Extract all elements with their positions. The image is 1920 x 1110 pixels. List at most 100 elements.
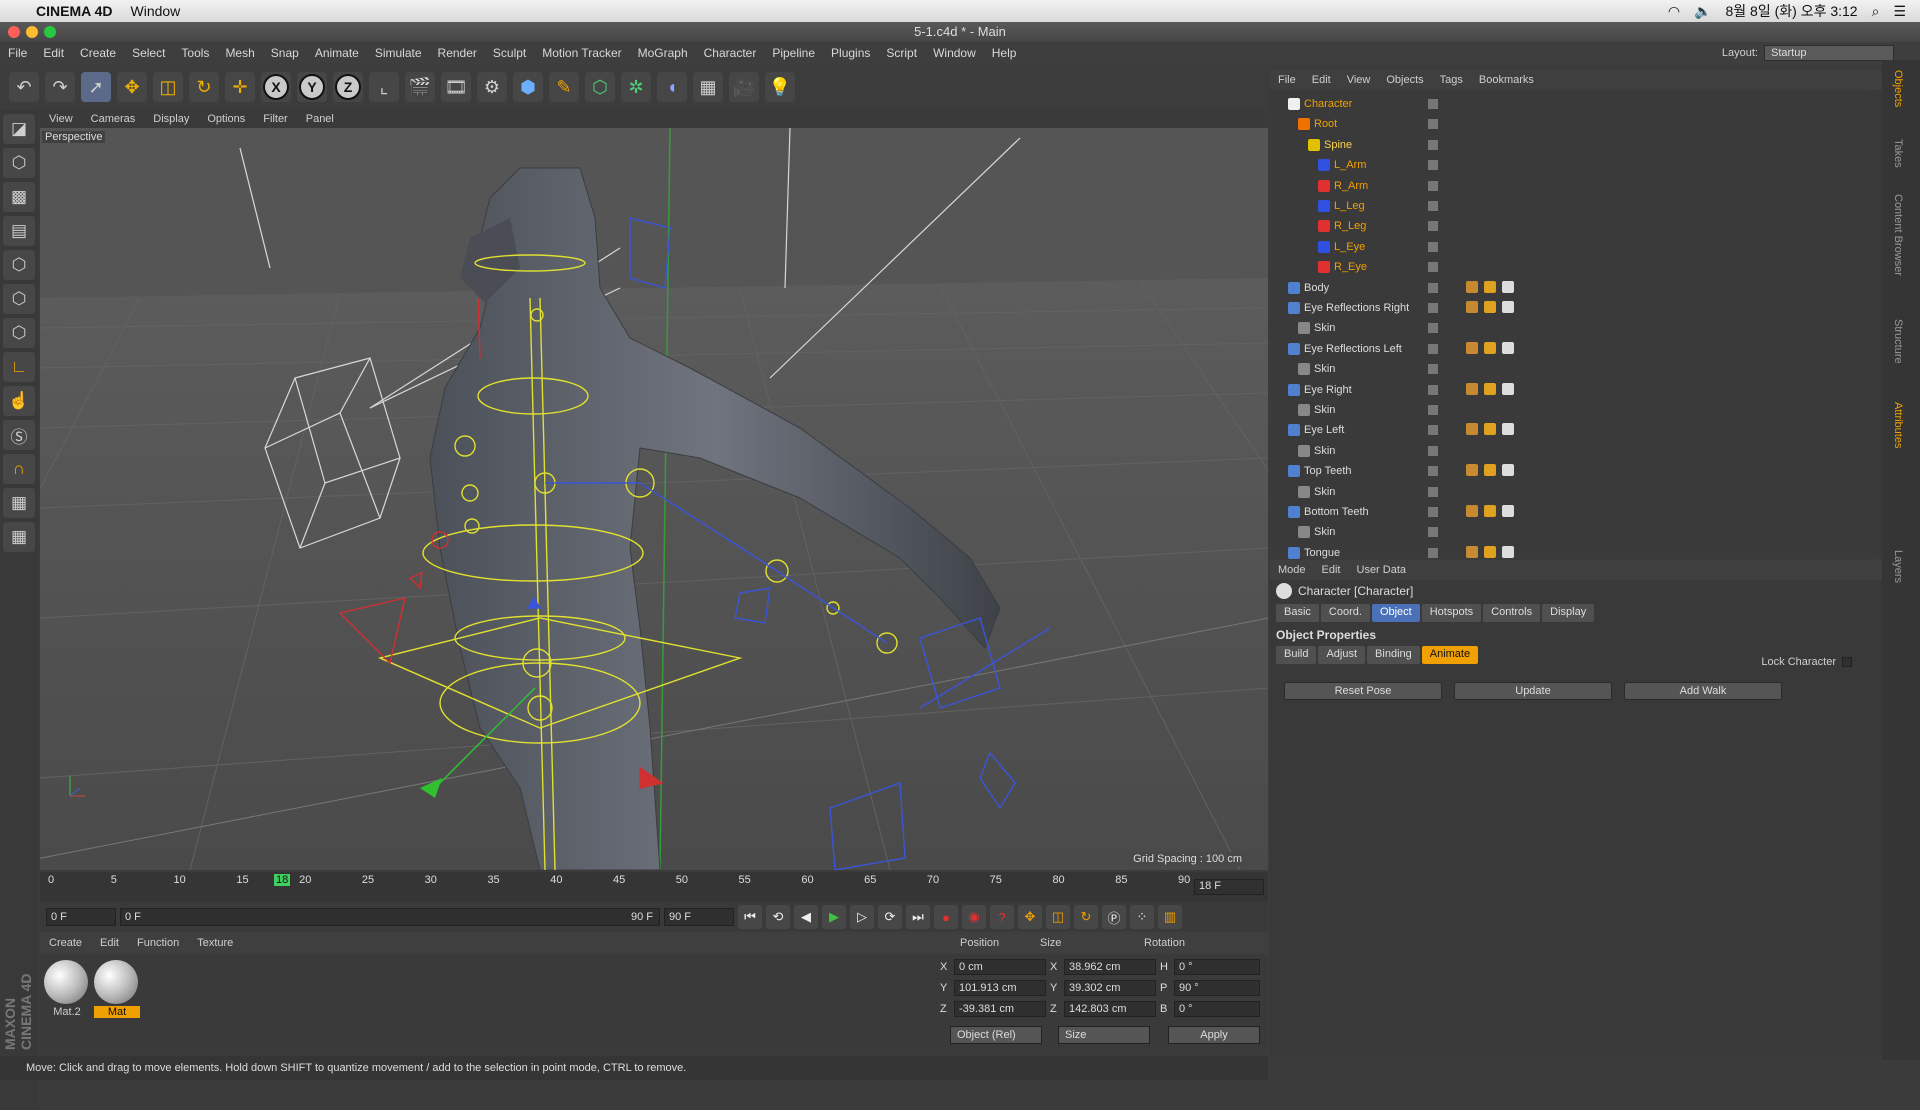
timeline-ticks[interactable]: 0 5 10 15 20 25 30 35 40 45 50 55 60 65 70 75 80 85 90 18	[48, 872, 1190, 902]
menu-window[interactable]: Window	[933, 46, 976, 60]
wifi-icon[interactable]: ◠	[1668, 3, 1680, 20]
key-position-icon[interactable]: ✥	[1018, 905, 1042, 929]
menu-motion-tracker[interactable]: Motion Tracker	[542, 46, 621, 60]
render-picture-viewer-icon[interactable]: 🎞	[441, 72, 471, 102]
object-tags[interactable]	[1466, 301, 1514, 313]
spotlight-icon[interactable]: ⌕	[1872, 3, 1880, 20]
close-window-button[interactable]	[8, 26, 20, 38]
viewport-menu-filter[interactable]: Filter	[263, 113, 287, 125]
object-row[interactable]: Skin	[1270, 400, 1870, 420]
key-scale-icon[interactable]: ◫	[1046, 905, 1070, 929]
object-tags[interactable]	[1466, 505, 1514, 517]
position-x-field[interactable]: 0 cm	[954, 959, 1046, 975]
app-name[interactable]: CINEMA 4D	[36, 3, 113, 19]
polygons-mode-icon[interactable]: ⬡	[3, 318, 35, 348]
object-row[interactable]: Skin	[1270, 522, 1870, 542]
tag-icon[interactable]	[1466, 301, 1478, 313]
move-tool-icon[interactable]: ✥	[117, 72, 147, 102]
visibility-flags-icon[interactable]	[1428, 364, 1438, 375]
axis-mode-icon[interactable]: ∟	[3, 352, 35, 382]
prev-frame-icon[interactable]: ◀	[794, 905, 818, 929]
tweak-mode-icon[interactable]: ☝	[3, 386, 35, 416]
object-row[interactable]: Skin	[1270, 359, 1870, 379]
side-tab-attributes[interactable]: Attributes	[1892, 402, 1904, 448]
tag-icon[interactable]	[1484, 545, 1496, 558]
z-axis-lock-icon[interactable]: Z	[333, 72, 363, 102]
window-menu[interactable]: Window	[131, 3, 181, 19]
side-tab-content-browser[interactable]: Content Browser	[1892, 194, 1904, 276]
tag-icon[interactable]	[1466, 280, 1478, 293]
menu-script[interactable]: Script	[886, 46, 917, 60]
visibility-flags-icon[interactable]	[1428, 466, 1438, 477]
notification-icon[interactable]: ☰	[1893, 3, 1906, 20]
layout-dropdown[interactable]: Startup	[1764, 45, 1894, 61]
tag-icon[interactable]	[1466, 505, 1478, 517]
tag-icon[interactable]	[1502, 423, 1514, 436]
visibility-flags-icon[interactable]	[1428, 221, 1438, 232]
autokey-icon[interactable]: ◉	[962, 905, 986, 929]
visibility-flags-icon[interactable]	[1428, 445, 1438, 456]
visibility-flags-icon[interactable]	[1428, 99, 1438, 109]
points-mode-icon[interactable]: ⬡	[3, 250, 35, 280]
menu-render[interactable]: Render	[438, 46, 477, 60]
material-menu-create[interactable]: Create	[49, 937, 82, 949]
object-menu-file[interactable]: File	[1278, 74, 1296, 86]
object-tags[interactable]	[1466, 464, 1514, 477]
visibility-flags-icon[interactable]	[1428, 139, 1438, 150]
subtab-binding[interactable]: Binding	[1367, 646, 1420, 664]
menu-edit[interactable]: Edit	[43, 46, 64, 60]
tag-icon[interactable]	[1484, 382, 1496, 395]
object-tags[interactable]	[1466, 545, 1514, 558]
tag-icon[interactable]	[1484, 464, 1496, 477]
attribute-menu-mode[interactable]: Mode	[1278, 564, 1306, 576]
tab-hotspots[interactable]: Hotspots	[1421, 604, 1482, 622]
tag-icon[interactable]	[1466, 382, 1478, 395]
object-row[interactable]: Skin	[1270, 482, 1870, 502]
viewport-menu-display[interactable]: Display	[153, 113, 189, 125]
menu-tools[interactable]: Tools	[181, 46, 209, 60]
workplane-mode-icon[interactable]: ▤	[3, 216, 35, 246]
visibility-flags-icon[interactable]	[1428, 160, 1438, 171]
object-row[interactable]: R_Eye	[1270, 257, 1870, 277]
tab-basic[interactable]: Basic	[1276, 604, 1319, 622]
lock-workplane-icon[interactable]: ▦	[3, 522, 35, 552]
material-swatch-mat2[interactable]: Mat.2	[44, 960, 90, 1018]
menu-pipeline[interactable]: Pipeline	[772, 46, 815, 60]
goto-end-icon[interactable]: ⏭	[906, 905, 930, 929]
side-tab-structure[interactable]: Structure	[1892, 319, 1904, 364]
spline-pen-icon[interactable]: ✎	[549, 72, 579, 102]
record-active-icon[interactable]: ●	[934, 905, 958, 929]
object-row[interactable]: L_Leg	[1270, 196, 1870, 216]
edges-mode-icon[interactable]: ⬡	[3, 284, 35, 314]
rotation-p-field[interactable]: 90 °	[1174, 980, 1260, 996]
recent-tool-icon[interactable]: ✛	[225, 72, 255, 102]
material-menu-function[interactable]: Function	[137, 937, 179, 949]
next-frame-icon[interactable]: ▷	[850, 905, 874, 929]
range-slider[interactable]: 0 F 90 F	[120, 908, 660, 926]
render-view-icon[interactable]: 🎬	[405, 72, 435, 102]
array-generator-icon[interactable]: ✲	[621, 72, 651, 102]
visibility-flags-icon[interactable]	[1428, 323, 1438, 334]
object-row[interactable]: Spine	[1270, 135, 1870, 155]
object-row[interactable]: L_Arm	[1270, 155, 1870, 175]
tag-icon[interactable]	[1502, 464, 1514, 477]
tag-icon[interactable]	[1466, 464, 1478, 477]
menu-select[interactable]: Select	[132, 46, 165, 60]
menu-mesh[interactable]: Mesh	[225, 46, 254, 60]
object-row[interactable]: Bottom Teeth	[1270, 502, 1870, 522]
visibility-flags-icon[interactable]	[1428, 201, 1438, 211]
object-tags[interactable]	[1466, 341, 1514, 354]
object-tags[interactable]	[1466, 280, 1514, 293]
object-row[interactable]: L_Eye	[1270, 237, 1870, 257]
key-pla-icon[interactable]: ⁘	[1130, 905, 1154, 929]
object-tags[interactable]	[1466, 423, 1514, 436]
tag-icon[interactable]	[1502, 341, 1514, 354]
object-menu-tags[interactable]: Tags	[1440, 74, 1463, 86]
coord-mode-dropdown[interactable]: Object (Rel)	[950, 1026, 1042, 1044]
tag-icon[interactable]	[1502, 301, 1514, 313]
visibility-flags-icon[interactable]	[1428, 405, 1438, 415]
tag-icon[interactable]	[1502, 545, 1514, 558]
visibility-flags-icon[interactable]	[1428, 527, 1438, 538]
redo-icon[interactable]: ↷	[45, 72, 75, 102]
visibility-flags-icon[interactable]	[1428, 282, 1438, 293]
